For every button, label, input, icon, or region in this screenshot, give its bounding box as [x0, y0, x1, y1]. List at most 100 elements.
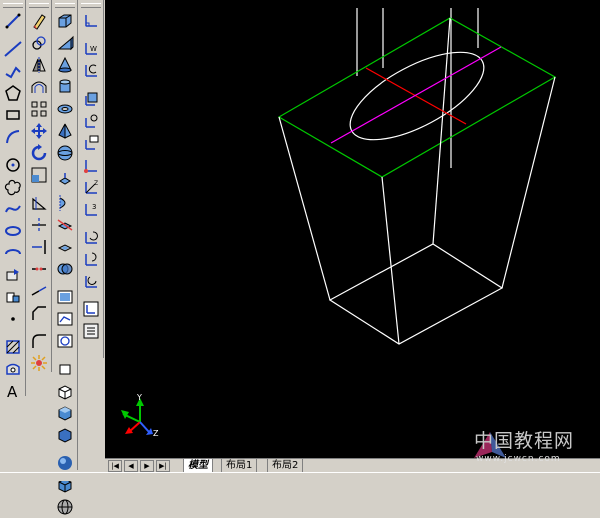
break-button[interactable] — [28, 258, 50, 280]
revision-cloud-button[interactable] — [2, 176, 24, 198]
setup-drawing-button[interactable] — [54, 308, 76, 330]
ucs-world-button[interactable]: W — [80, 38, 102, 60]
setup-profile-button[interactable] — [54, 330, 76, 352]
shade-gouraud-button[interactable] — [54, 402, 76, 424]
polyline-button[interactable] — [2, 60, 24, 82]
offset-button[interactable] — [28, 76, 50, 98]
ucs-y-button[interactable] — [80, 248, 102, 270]
ellipse-arc-button[interactable] — [2, 242, 24, 264]
point-icon — [10, 317, 15, 321]
array-button[interactable] — [28, 98, 50, 120]
ucs-origin-button[interactable] — [80, 154, 102, 176]
ellipse-button[interactable] — [2, 220, 24, 242]
ucs-3point-button[interactable]: 3 — [80, 198, 102, 220]
next-tab-button[interactable]: ▶ — [140, 460, 154, 472]
ucs-x-button[interactable] — [80, 226, 102, 248]
erase-button[interactable] — [28, 10, 50, 32]
ucs-object-button[interactable] — [80, 110, 102, 132]
scale-button[interactable] — [28, 164, 50, 186]
svg-text:3: 3 — [92, 203, 96, 211]
toolbar-grip[interactable] — [2, 3, 23, 8]
toolbar-grip[interactable] — [54, 3, 75, 8]
cylinder-button[interactable] — [54, 76, 76, 98]
make-block-button[interactable] — [2, 286, 24, 308]
revision-cloud-icon — [4, 179, 21, 196]
prev-tab-button[interactable]: ◀ — [124, 460, 138, 472]
explode-icon — [30, 355, 47, 371]
mirror-button[interactable] — [28, 54, 50, 76]
ucs-z-button[interactable] — [80, 270, 102, 292]
shade-flat-button[interactable] — [54, 424, 76, 446]
pyramid-icon — [57, 123, 72, 139]
arc-button[interactable] — [2, 126, 24, 148]
region-button[interactable] — [2, 358, 24, 380]
rotate-button[interactable] — [28, 142, 50, 164]
stretch-button[interactable] — [28, 192, 50, 214]
shade-3d-icon — [58, 385, 71, 400]
arc-icon — [5, 130, 19, 144]
make-block-icon — [6, 292, 19, 303]
copy-button[interactable] — [28, 32, 50, 54]
multiline-text-button[interactable]: A — [2, 380, 24, 402]
explode-button[interactable] — [28, 352, 50, 374]
torus-button[interactable] — [54, 98, 76, 120]
watermark-title: 中国教程网 — [474, 430, 575, 452]
last-tab-button[interactable]: ▶| — [156, 460, 170, 472]
globe-button[interactable] — [54, 496, 76, 518]
trim-button[interactable] — [28, 214, 50, 236]
toolbar-grip[interactable] — [80, 3, 101, 8]
chamfer-button[interactable] — [28, 302, 50, 324]
ucs-icon: Y Z — [121, 393, 159, 438]
first-tab-button[interactable]: |◀ — [108, 460, 122, 472]
move-button[interactable] — [28, 120, 50, 142]
shade-2d-button[interactable] — [54, 358, 76, 380]
revolve-button[interactable] — [54, 192, 76, 214]
spline-button[interactable] — [2, 198, 24, 220]
insert-block-icon — [6, 269, 19, 281]
tab-model[interactable]: 模型 — [183, 459, 213, 473]
polygon-button[interactable] — [2, 82, 24, 104]
box-button[interactable] — [54, 10, 76, 32]
break-icon — [31, 267, 46, 271]
cylinder-icon — [59, 79, 70, 93]
move-icon — [30, 123, 47, 139]
join-button[interactable] — [28, 280, 50, 302]
sphere-shaded-button[interactable] — [54, 452, 76, 474]
pyramid-button[interactable] — [54, 120, 76, 142]
ucs-zaxis-icon: Z — [84, 180, 98, 194]
ucs-face-button[interactable] — [80, 88, 102, 110]
setup-view-button[interactable] — [54, 286, 76, 308]
wedge-button[interactable] — [54, 32, 76, 54]
construction-line-icon — [3, 41, 22, 57]
ucs-named-button[interactable] — [80, 320, 102, 342]
shade-3d-button[interactable] — [54, 380, 76, 402]
ucs-apply-button[interactable] — [80, 298, 102, 320]
extend-button[interactable] — [28, 236, 50, 258]
tab-layout1[interactable]: 布局1 — [221, 459, 258, 473]
ucs-view-button[interactable] — [80, 132, 102, 154]
rectangle-button[interactable] — [2, 104, 24, 126]
model-space-canvas[interactable]: Y Z — [105, 0, 600, 458]
point-button[interactable] — [2, 308, 24, 330]
hatch-button[interactable] — [2, 336, 24, 358]
section-button[interactable] — [54, 236, 76, 258]
ucs-zaxis-button[interactable]: Z — [80, 176, 102, 198]
extrude-button[interactable] — [54, 170, 76, 192]
slice-button[interactable] — [54, 214, 76, 236]
sphere-button[interactable] — [54, 142, 76, 164]
tab-layout2[interactable]: 布局2 — [267, 459, 304, 473]
ucs-3point-icon: 3 — [84, 203, 97, 216]
sphere-icon — [57, 145, 72, 161]
line-button[interactable] — [2, 10, 24, 32]
circle-button[interactable] — [2, 154, 24, 176]
interference-button[interactable] — [54, 258, 76, 280]
toolbar-grip[interactable] — [28, 3, 49, 8]
cone-button[interactable] — [54, 54, 76, 76]
ucs-previous-button[interactable] — [80, 60, 102, 82]
insert-block-button[interactable] — [2, 264, 24, 286]
fillet-button[interactable] — [28, 330, 50, 352]
top-face — [277, 17, 557, 178]
construction-line-button[interactable] — [2, 38, 24, 60]
ucs-button[interactable] — [80, 10, 102, 32]
multiline-text-icon: A — [7, 383, 18, 400]
